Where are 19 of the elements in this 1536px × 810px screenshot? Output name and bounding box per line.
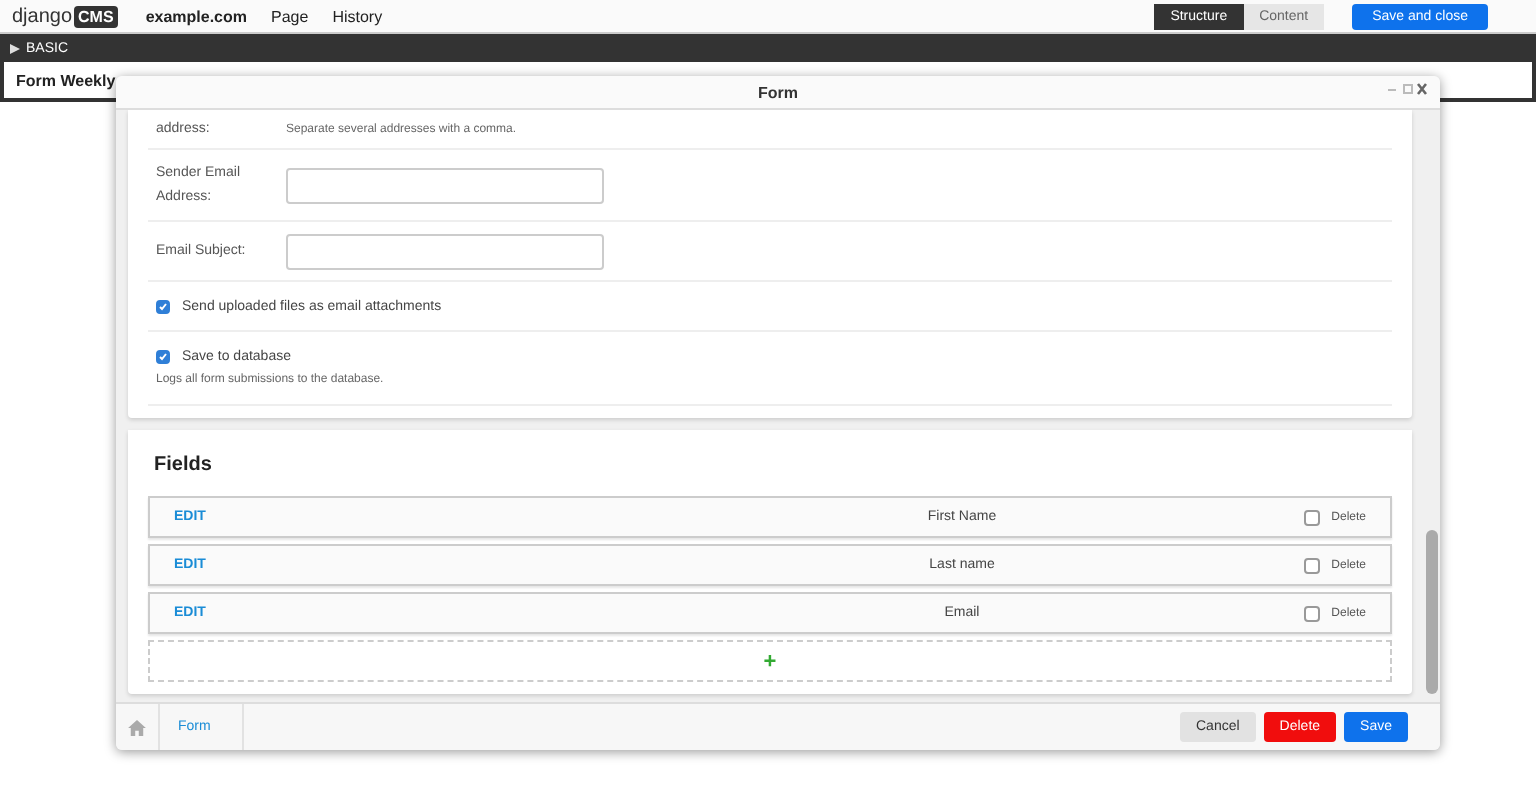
menu-item[interactable]: Page: [271, 7, 309, 25]
delete-checkbox[interactable]: [1303, 509, 1320, 525]
input-field[interactable]: [286, 233, 604, 269]
menu-item[interactable]: History: [332, 7, 383, 25]
window-controls-icon[interactable]: [1388, 82, 1428, 96]
add-field-button[interactable]: +: [148, 640, 1392, 682]
checkbox[interactable]: [156, 299, 170, 313]
window-title: Form: [758, 83, 798, 101]
delete-checkbox[interactable]: [1303, 605, 1320, 621]
plugin-title: Form Weekly: [16, 71, 116, 89]
logo-badge: CMS: [74, 5, 118, 27]
input-field[interactable]: [286, 167, 604, 203]
logo-text: django: [12, 5, 73, 27]
expand-icon[interactable]: [10, 43, 20, 53]
delete-checkbox[interactable]: [1303, 557, 1320, 573]
scrollbar-thumb[interactable]: [1426, 530, 1438, 694]
checkbox[interactable]: [156, 350, 170, 364]
section-title: Fields: [152, 452, 214, 480]
site-menu[interactable]: example.com: [145, 7, 248, 25]
